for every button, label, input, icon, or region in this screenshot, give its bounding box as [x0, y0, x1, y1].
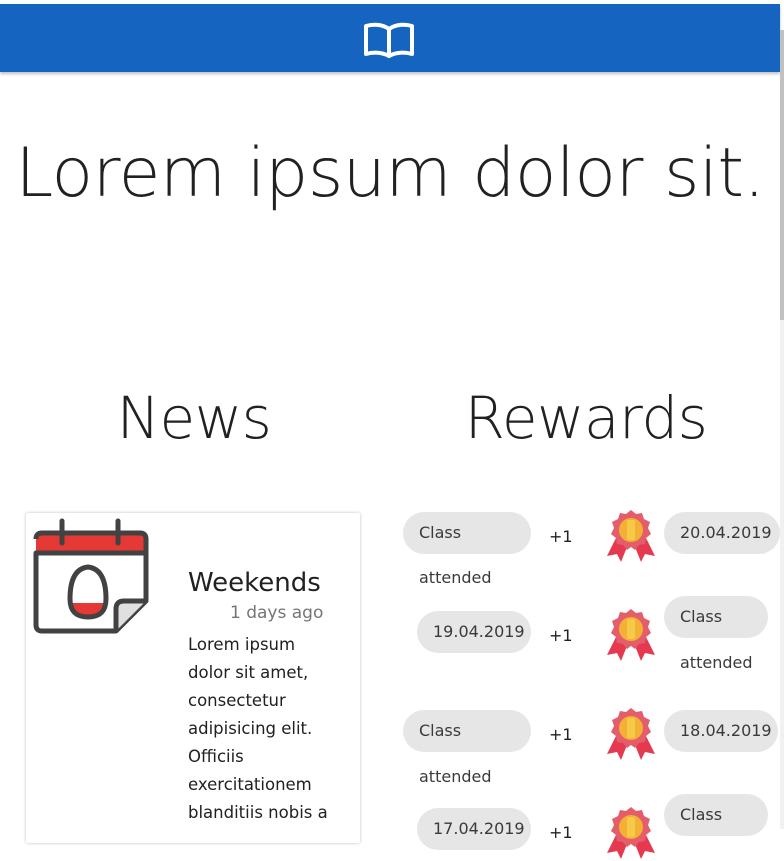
reward-date-pill: 18.04.2019 — [664, 710, 778, 752]
reward-label-pill: Class — [664, 794, 768, 836]
reward-points: +1 — [549, 725, 573, 744]
news-item-body: Lorem ipsum dolor sit amet, consectetur … — [188, 635, 328, 822]
book-icon[interactable] — [362, 20, 416, 60]
reward-date-pill: 17.04.2019 — [417, 808, 531, 850]
reward-points: +1 — [549, 626, 573, 645]
reward-label-sub: attended — [680, 653, 753, 672]
news-item-time: 1 days ago — [230, 603, 324, 623]
reward-label-pill: Class — [664, 596, 768, 638]
reward-label: Class — [680, 607, 723, 626]
reward-label-pill: Class — [403, 710, 531, 752]
reward-points: +1 — [549, 527, 573, 546]
reward-date-pill: 19.04.2019 — [417, 611, 531, 653]
reward-label-pill: Class — [403, 512, 531, 554]
news-card[interactable]: Weekends 1 days ago Lorem ipsum dolor si… — [26, 513, 360, 843]
medal-icon — [607, 510, 655, 562]
medal-icon — [607, 609, 655, 661]
scrollbar-thumb[interactable] — [780, 30, 784, 320]
news-item-title[interactable]: Weekends — [188, 565, 321, 601]
reward-label: Class — [419, 721, 462, 740]
reward-date-pill: 20.04.2019 — [664, 512, 780, 554]
reward-points: +1 — [549, 823, 573, 842]
reward-label: Class — [680, 805, 723, 824]
medal-icon — [607, 708, 655, 760]
page-title: Lorem ipsum dolor sit. — [15, 134, 765, 213]
rewards-heading: Rewards — [464, 384, 708, 452]
medal-icon — [607, 807, 655, 859]
reward-label: Class — [419, 523, 462, 542]
calendar-egg-icon — [33, 518, 149, 634]
reward-label-sub: attended — [419, 568, 492, 587]
reward-label-sub: attended — [419, 767, 492, 786]
news-heading: News — [116, 384, 272, 452]
top-app-bar — [0, 4, 780, 72]
